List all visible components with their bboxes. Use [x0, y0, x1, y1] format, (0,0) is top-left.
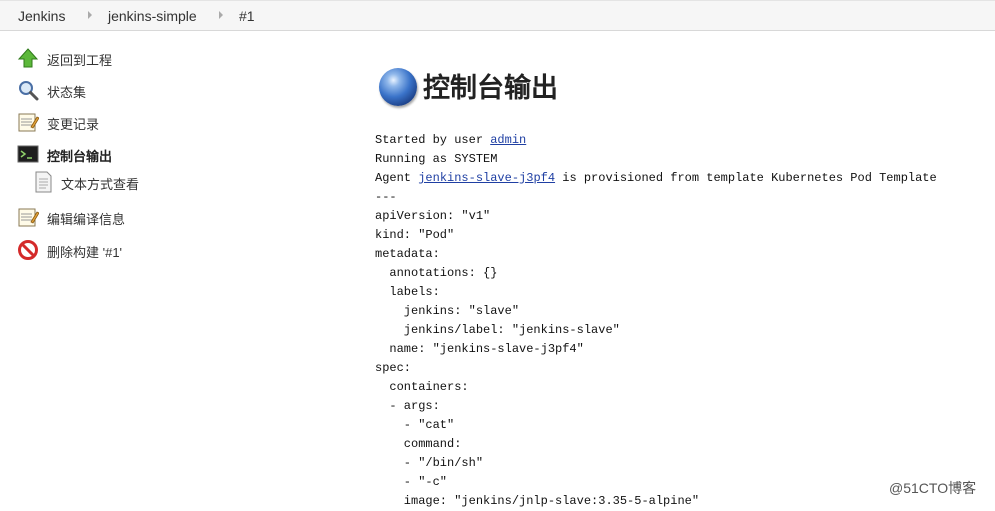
breadcrumb: Jenkins jenkins-simple #1: [0, 0, 995, 31]
console-line: annotations: {}: [375, 266, 498, 280]
sidebar-item-label[interactable]: 变更记录: [47, 114, 99, 133]
sidebar-item-label[interactable]: 文本方式查看: [61, 174, 139, 193]
sidebar-item-label[interactable]: 删除构建 '#1': [47, 242, 122, 261]
console-line: name: "jenkins-slave-j3pf4": [375, 342, 584, 356]
console-line: - "/bin/sh": [375, 456, 484, 470]
breadcrumb-jenkins[interactable]: Jenkins: [18, 8, 65, 24]
console-line: labels:: [375, 285, 440, 299]
user-link[interactable]: admin: [490, 133, 526, 147]
page-title: 控制台输出: [423, 73, 558, 104]
sidebar-item-label[interactable]: 控制台输出: [47, 146, 112, 165]
breadcrumb-separator-icon: [219, 11, 223, 19]
terminal-icon: [17, 145, 39, 163]
console-line: kind: "Pod": [375, 228, 455, 242]
console-line: ---: [375, 190, 397, 204]
sidebar-item-label[interactable]: 返回到工程: [47, 50, 112, 69]
console-line: apiVersion: "v1": [375, 209, 491, 223]
document-icon: [35, 171, 52, 193]
notepad-icon: [18, 113, 39, 132]
notepad-icon: [18, 208, 39, 227]
console-line: metadata:: [375, 247, 440, 261]
started-prefix: Started by user: [375, 133, 491, 147]
agent-prefix: Agent: [375, 171, 419, 185]
watermark: @51CTO博客: [889, 480, 977, 496]
console-line: jenkins: "slave": [375, 304, 520, 318]
sidebar-item-label[interactable]: 编辑编译信息: [47, 209, 125, 228]
breadcrumb-job[interactable]: jenkins-simple: [108, 8, 197, 24]
breadcrumb-build[interactable]: #1: [239, 8, 255, 24]
console-line: - "cat": [375, 418, 455, 432]
console-line: - args:: [375, 399, 440, 413]
agent-link[interactable]: jenkins-slave-j3pf4: [418, 171, 555, 185]
console-line: containers:: [375, 380, 469, 394]
console-line: - "-c": [375, 475, 448, 489]
running-line: Running as SYSTEM: [375, 152, 498, 166]
up-arrow-icon: [17, 48, 39, 68]
console-line: image: "jenkins/jnlp-slave:3.35-5-alpine…: [375, 494, 700, 508]
console-ball-icon: [379, 68, 417, 106]
console-line: spec:: [375, 361, 412, 375]
console-line: jenkins/label: "jenkins-slave": [375, 323, 620, 337]
magnifier-icon: [19, 81, 39, 101]
breadcrumb-separator-icon: [88, 11, 92, 19]
no-entry-icon: [18, 240, 38, 260]
console-output: Started by user admin Running as SYSTEM …: [375, 131, 937, 511]
agent-suffix: is provisioned from template Kubernetes …: [555, 171, 937, 185]
pod-yaml: --- apiVersion: "v1" kind: "Pod" metadat…: [375, 190, 699, 508]
sidebar-item-label[interactable]: 状态集: [47, 82, 86, 101]
console-line: command:: [375, 437, 462, 451]
